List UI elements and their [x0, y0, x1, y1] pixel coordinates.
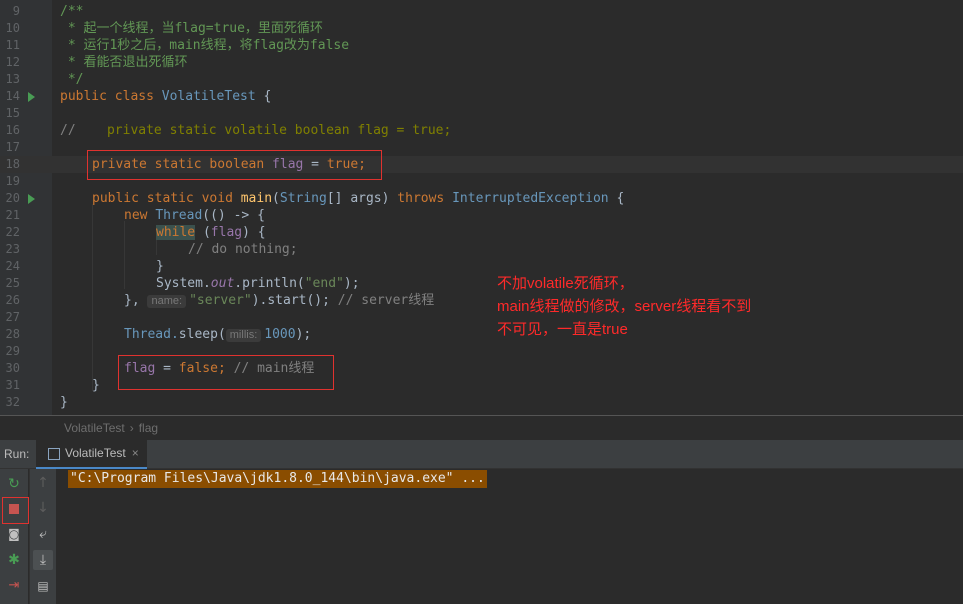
arrow-down-icon[interactable]: ↓ — [33, 498, 53, 518]
line-number: 22 — [5, 225, 20, 239]
closing-brace: } — [60, 395, 68, 410]
scroll-to-end-icon[interactable]: ⤓ — [33, 550, 53, 570]
closing-brace: } — [92, 378, 100, 393]
parameter-hint: name: — [147, 295, 187, 308]
code-line: 22 while (flag) { — [0, 224, 963, 241]
close-icon[interactable]: × — [132, 446, 139, 460]
breadcrumb-separator: › — [129, 421, 134, 435]
line-number: 18 — [5, 157, 20, 171]
line-number: 28 — [5, 327, 20, 341]
line-number: 32 — [5, 395, 20, 409]
parameter-hint: millis: — [225, 329, 262, 342]
code-line: 28 Thread.sleep(millis: 1000); — [0, 326, 963, 343]
annotation-line: main线程做的修改，server线程看不到 — [497, 298, 752, 315]
line-number: 15 — [5, 106, 20, 120]
line-number: 16 — [5, 123, 20, 137]
line-number: 10 — [5, 21, 20, 35]
doc-comment: * 看能否退出死循环 — [60, 55, 188, 70]
line-number: 12 — [5, 55, 20, 69]
code-line: 24 } — [0, 258, 963, 275]
highlight-box-flag-declaration — [87, 150, 382, 180]
doc-comment: * 运行1秒之后，main线程，将flag改为false — [60, 38, 350, 53]
line-number: 26 — [5, 293, 20, 307]
console-actions-column: ↑ ↓ ⤶ ⤓ ▤ — [29, 469, 56, 604]
print-icon[interactable]: ▤ — [33, 576, 53, 596]
closing-brace: } — [156, 259, 164, 274]
code-line: 9 /** — [0, 3, 963, 20]
camera-icon[interactable]: ◙ — [4, 524, 24, 544]
doc-comment: */ — [60, 72, 84, 87]
run-tab-volatiletest[interactable]: VolatileTest × — [36, 440, 147, 469]
line-number: 11 — [5, 38, 20, 52]
code-line: 12 * 看能否退出死循环 — [0, 54, 963, 71]
code-line: 25 System.out.println("end"); — [0, 275, 963, 292]
code-line: 32 } — [0, 394, 963, 411]
breadcrumb-class[interactable]: VolatileTest — [64, 421, 125, 435]
code-line: 15 — [0, 105, 963, 122]
code-line: 16 // private static volatile boolean fl… — [0, 122, 963, 139]
line-number: 19 — [5, 174, 20, 188]
run-gutter-icon[interactable] — [28, 92, 35, 102]
annotation-note: 不加volatile死循环， main线程做的修改，server线程看不到 不可… — [497, 272, 751, 341]
line-number: 17 — [5, 140, 20, 154]
doc-comment: /** — [60, 4, 84, 19]
line-number: 30 — [5, 361, 20, 375]
thread-start-statement: }, name: "server").start(); // server线程 — [124, 293, 435, 308]
println-statement: System.out.println("end"); — [156, 276, 360, 291]
run-gutter-icon[interactable] — [28, 194, 35, 204]
annotation-line: 不加volatile死循环， — [497, 275, 634, 292]
highlight-box-stop — [2, 497, 29, 524]
line-number: 23 — [5, 242, 20, 256]
code-line: 20 public static void main(String[] args… — [0, 190, 963, 207]
code-line: 23 // do nothing; — [0, 241, 963, 258]
code-line: 27 — [0, 309, 963, 326]
commented-code: // private static volatile boolean flag … — [60, 123, 452, 138]
line-number: 31 — [5, 378, 20, 392]
breadcrumb-member[interactable]: flag — [139, 421, 158, 435]
code-line: 14 public class VolatileTest { — [0, 88, 963, 105]
line-number: 14 — [5, 89, 20, 103]
while-loop: while (flag) { — [156, 225, 266, 240]
bug-icon[interactable]: ✱ — [4, 550, 24, 570]
line-number: 24 — [5, 259, 20, 273]
run-config-icon — [48, 447, 60, 460]
code-editor[interactable]: 9 /** 10 * 起一个线程，当flag=true，里面死循环 11 * 运… — [0, 0, 963, 415]
new-thread-statement: new Thread(() -> { — [124, 208, 265, 223]
line-number: 29 — [5, 344, 20, 358]
line-number: 27 — [5, 310, 20, 324]
breadcrumb: VolatileTest › flag — [0, 415, 963, 441]
line-number: 13 — [5, 72, 20, 86]
line-number: 21 — [5, 208, 20, 222]
doc-comment: * 起一个线程，当flag=true，里面死循环 — [60, 21, 323, 36]
console-command-line: "C:\Program Files\Java\jdk1.8.0_144\bin\… — [68, 470, 487, 488]
line-comment: // do nothing; — [188, 242, 298, 257]
exit-icon[interactable]: ⇥ — [4, 576, 24, 596]
code-line: 26 }, name: "server").start(); // server线… — [0, 292, 963, 309]
class-declaration: public class VolatileTest { — [60, 89, 272, 104]
main-method-declaration: public static void main(String[] args) t… — [92, 191, 625, 206]
code-line: 13 */ — [0, 71, 963, 88]
annotation-line: 不可见，一直是true — [497, 321, 628, 338]
rerun-icon[interactable]: ↻ — [4, 474, 24, 494]
highlight-box-flag-assignment — [118, 355, 334, 390]
run-label: Run: — [4, 447, 30, 461]
arrow-up-icon[interactable]: ↑ — [33, 473, 53, 493]
code-line: 11 * 运行1秒之后，main线程，将flag改为false — [0, 37, 963, 54]
console-output[interactable]: "C:\Program Files\Java\jdk1.8.0_144\bin\… — [56, 469, 963, 604]
code-line: 10 * 起一个线程，当flag=true，里面死循环 — [0, 20, 963, 37]
thread-sleep-statement: Thread.sleep(millis: 1000); — [124, 327, 312, 342]
run-tab-title: VolatileTest — [65, 446, 126, 460]
soft-wrap-icon[interactable]: ⤶ — [33, 524, 53, 544]
run-actions-column: ↻ ◙ ✱ ⇥ — [0, 469, 29, 604]
line-number: 9 — [12, 4, 20, 18]
line-number: 25 — [5, 276, 20, 290]
run-toolbar: Run: VolatileTest × — [0, 440, 963, 469]
code-line: 21 new Thread(() -> { — [0, 207, 963, 224]
line-number: 20 — [5, 191, 20, 205]
